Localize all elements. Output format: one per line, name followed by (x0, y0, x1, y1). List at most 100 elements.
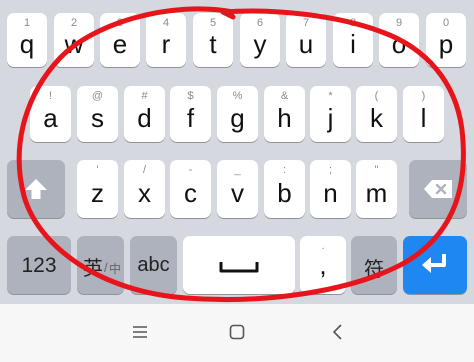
shift-icon (25, 179, 47, 199)
key-q[interactable]: 1 q (7, 13, 47, 67)
key-hint: 3 (116, 17, 124, 29)
key-u[interactable]: 7 u (286, 13, 326, 67)
menu-icon (133, 326, 147, 338)
space-icon (219, 262, 259, 273)
key-e[interactable]: 3 e (100, 13, 140, 67)
key-b[interactable]: : b (264, 160, 305, 218)
key-r[interactable]: 4 r (146, 13, 186, 67)
space-key[interactable] (183, 236, 295, 294)
key-j[interactable]: * j (310, 86, 351, 142)
key-k[interactable]: ( k (356, 86, 397, 142)
key-f[interactable]: $ f (170, 86, 211, 142)
key-letter: u (298, 29, 314, 59)
numbers-key-label: 123 (21, 254, 57, 277)
key-letter: z (91, 178, 104, 208)
key-letter: g (230, 103, 245, 133)
key-y[interactable]: 6 y (240, 13, 280, 67)
key-letter: n (323, 178, 338, 208)
key-hint: * (328, 90, 333, 102)
key-g[interactable]: % g (217, 86, 258, 142)
key-letter: a (43, 103, 58, 133)
key-letter: q (19, 29, 35, 59)
key-hint: & (280, 90, 289, 102)
key-x[interactable]: / x (124, 160, 165, 218)
key-s[interactable]: @ s (77, 86, 118, 142)
key-letter: h (277, 103, 292, 133)
nav-menu-button[interactable] (124, 316, 156, 348)
numbers-key[interactable]: 123 (7, 236, 71, 294)
key-letter: w (64, 29, 84, 59)
key-hint: 1 (23, 17, 31, 29)
key-letter: r (161, 29, 171, 59)
key-letter: c (184, 178, 197, 208)
key-n[interactable]: ; n (310, 160, 351, 218)
key-m[interactable]: " m (356, 160, 397, 218)
key-hint: 4 (162, 17, 170, 29)
enter-key[interactable] (403, 236, 467, 294)
key-hint: ) (421, 90, 426, 102)
key-hint: : (282, 164, 287, 176)
key-d[interactable]: # d (124, 86, 165, 142)
key-hint: ! (48, 90, 53, 102)
key-t[interactable]: 5 t (193, 13, 233, 67)
key-letter: i (350, 29, 356, 59)
backspace-icon (424, 180, 452, 198)
key-z[interactable]: ' z (77, 160, 118, 218)
key-letter: m (365, 178, 388, 208)
key-letter: s (91, 103, 104, 133)
key-letter: f (186, 103, 195, 133)
enter-icon (422, 254, 446, 273)
abc-key-label: abc (137, 254, 170, 276)
key-hint: 0 (442, 17, 450, 29)
language-secondary-label: 中 (109, 262, 122, 276)
key-hint: @ (91, 90, 104, 102)
nav-home-button[interactable] (221, 316, 253, 348)
key-hint: / (142, 164, 147, 176)
key-hint: ( (374, 90, 379, 102)
key-hint: 7 (302, 17, 310, 29)
key-letter: e (112, 29, 128, 59)
key-hint: # (141, 90, 148, 102)
key-letter: k (370, 103, 383, 133)
key-hint: 8 (349, 17, 357, 29)
comma-key[interactable]: . , (300, 236, 346, 294)
backspace-key[interactable] (409, 160, 467, 218)
key-l[interactable]: ) l (403, 86, 444, 142)
key-hint: _ (234, 164, 241, 176)
key-hint: 9 (395, 17, 403, 29)
key-hint: " (374, 164, 379, 176)
key-hint: 2 (70, 17, 78, 29)
key-letter: y (253, 29, 267, 59)
key-letter: t (209, 29, 217, 59)
key-w[interactable]: 2 w (54, 13, 94, 67)
comma-key-label: , (319, 250, 327, 280)
key-v[interactable]: _ v (217, 160, 258, 218)
nav-back-button[interactable] (321, 316, 353, 348)
key-hint: $ (187, 90, 194, 102)
key-i[interactable]: 8 i (333, 13, 373, 67)
key-letter: p (438, 29, 454, 59)
abc-key[interactable]: abc (130, 236, 177, 294)
key-c[interactable]: - c (170, 160, 211, 218)
language-primary-label: 英 (83, 258, 103, 280)
key-hint: 5 (209, 17, 217, 29)
key-hint: ' (96, 164, 99, 176)
key-o[interactable]: 9 o (379, 13, 419, 67)
key-hint: ; (328, 164, 333, 176)
shift-key[interactable] (7, 160, 65, 218)
key-hint: % (232, 90, 243, 102)
key-a[interactable]: ! a (30, 86, 71, 142)
home-icon (229, 324, 245, 340)
key-hint: 6 (256, 17, 264, 29)
key-letter: j (327, 103, 334, 133)
key-letter: o (391, 29, 407, 59)
key-letter: v (231, 178, 244, 208)
language-toggle-key[interactable]: 英 / 中 (77, 236, 124, 294)
language-separator: / (104, 260, 108, 275)
key-p[interactable]: 0 p (426, 13, 466, 67)
symbols-key[interactable]: 符 (351, 236, 397, 294)
keyboard: 1 q 2 w 3 e 4 r 5 t 6 y 7 u 8 i 9 o 0 p … (0, 0, 474, 304)
key-letter: x (138, 178, 151, 208)
key-letter: l (420, 103, 427, 133)
key-h[interactable]: & h (264, 86, 305, 142)
